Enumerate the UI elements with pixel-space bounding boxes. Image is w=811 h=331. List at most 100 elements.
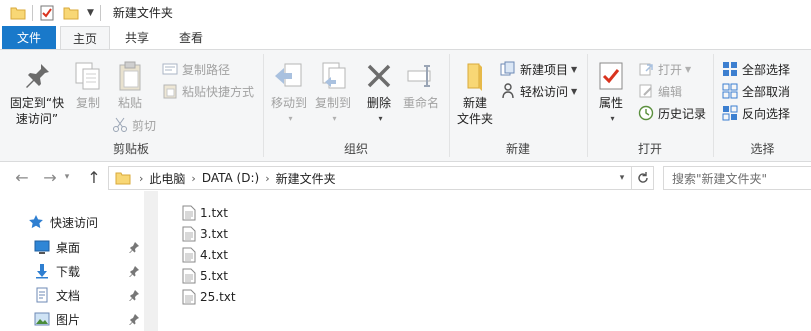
new-folder-icon: [467, 63, 482, 91]
search-placeholder: 搜索"新建文件夹": [672, 171, 768, 186]
nav-item-label: 图片: [56, 312, 81, 327]
tab-home[interactable]: 主页: [60, 26, 110, 51]
delete-button[interactable]: 删除 ▾: [364, 60, 394, 127]
tab-view[interactable]: 查看: [166, 26, 216, 50]
copy-to-button[interactable]: 复制到 ▾: [312, 60, 354, 127]
star-icon: [29, 215, 43, 229]
breadcrumb-folder[interactable]: 新建文件夹: [276, 170, 336, 187]
recent-locations-button[interactable]: ▾: [60, 167, 74, 187]
new-item-dropdown-icon: ▼: [571, 64, 578, 74]
folder-icon: [10, 7, 26, 19]
up-button[interactable]: ↑: [84, 167, 104, 187]
list-item[interactable]: 3.txt: [182, 223, 228, 244]
open-dropdown-icon: ▼: [685, 64, 692, 74]
clipboard-group-label: 剪贴板: [112, 142, 149, 156]
new-folder-label-line2: 文件夹: [456, 112, 493, 126]
pin-icon[interactable]: [128, 265, 140, 277]
cut-button[interactable]: 剪切: [112, 115, 156, 135]
select-none-button[interactable]: 全部取消: [722, 81, 790, 101]
organize-group-label: 组织: [343, 142, 368, 156]
text-file-icon: [182, 247, 196, 262]
move-to-button[interactable]: 移动到 ▾: [268, 60, 310, 127]
navigation-pane-scrollbar[interactable]: [144, 191, 158, 331]
select-all-icon: [723, 62, 737, 76]
nav-item-label: 快速访问: [50, 215, 99, 230]
nav-item-quick-access[interactable]: 快速访问: [28, 211, 98, 233]
quick-access-toolbar: ▼: [0, 0, 107, 25]
invert-selection-label: 反向选择: [742, 106, 791, 121]
chevron-right-icon: ›: [191, 171, 196, 185]
easy-access-button[interactable]: 轻松访问 ▼: [500, 81, 577, 101]
file-name: 1.txt: [200, 205, 228, 220]
history-button[interactable]: 历史记录: [638, 103, 706, 123]
new-item-button[interactable]: 新建项目 ▼: [500, 59, 577, 79]
list-item[interactable]: 25.txt: [182, 286, 236, 307]
paste-button[interactable]: 粘贴: [112, 60, 148, 111]
move-to-label: 移动到: [270, 96, 307, 110]
forward-button[interactable]: →: [40, 167, 60, 187]
edit-button[interactable]: 编辑: [638, 81, 682, 101]
nav-item-documents[interactable]: 文档: [34, 284, 80, 306]
breadcrumb-drive[interactable]: DATA (D:): [202, 171, 259, 185]
open-label: 打开: [658, 62, 683, 77]
history-label: 历史记录: [658, 106, 707, 121]
delete-dropdown-icon: ▾: [378, 114, 383, 123]
open-button[interactable]: 打开 ▼: [638, 59, 691, 79]
refresh-button[interactable]: [631, 167, 653, 189]
back-arrow-icon: ←: [15, 167, 29, 187]
text-file-icon: [182, 226, 196, 241]
edit-label: 编辑: [658, 84, 683, 99]
rename-button[interactable]: 重命名: [400, 60, 442, 111]
navigation-pane: 快速访问 桌面 下载 文档 图片: [0, 191, 158, 331]
copy-path-button[interactable]: 复制路径: [162, 59, 230, 79]
paste-shortcut-button[interactable]: 粘贴快捷方式: [162, 81, 254, 101]
ribbon: 固定到“快 速访问” 复制 粘贴 复制路径 粘贴快捷方式 剪切 剪贴板 移动到 …: [0, 49, 811, 162]
list-item[interactable]: 1.txt: [182, 202, 228, 223]
chevron-down-icon: ▾: [619, 173, 625, 183]
list-item[interactable]: 4.txt: [182, 244, 228, 265]
properties-icon[interactable]: [39, 5, 55, 21]
select-none-icon: [722, 83, 738, 99]
new-item-icon: [500, 61, 515, 76]
tab-file[interactable]: 文件: [2, 26, 56, 50]
pin-icon[interactable]: [128, 241, 140, 253]
tab-share[interactable]: 共享: [114, 26, 160, 50]
copy-path-label: 复制路径: [182, 62, 231, 77]
select-group-label: 选择: [750, 142, 775, 156]
select-all-button[interactable]: 全部选择: [722, 59, 790, 79]
open-icon: [639, 63, 653, 76]
history-icon: [638, 105, 654, 121]
chevron-right-icon: ›: [139, 171, 144, 185]
new-folder-label-line1: 新建: [462, 96, 487, 110]
copy-to-label: 复制到: [314, 96, 351, 110]
pin-icon[interactable]: [128, 313, 140, 325]
back-button[interactable]: ←: [12, 167, 32, 187]
copy-button[interactable]: 复制: [70, 60, 106, 111]
window-title: 新建文件夹: [112, 6, 173, 20]
pin-quick-access-button[interactable]: 固定到“快 速访问”: [6, 60, 68, 127]
paste-shortcut-icon: [163, 84, 177, 99]
new-folder-icon[interactable]: [63, 5, 79, 21]
select-group: 全部选择 全部取消 反向选择 选择: [714, 50, 811, 161]
properties-button[interactable]: 属性 ▾: [594, 60, 628, 127]
search-input[interactable]: 搜索"新建文件夹": [663, 166, 811, 190]
nav-item-downloads[interactable]: 下载: [34, 260, 80, 282]
breadcrumb-this-pc[interactable]: 此电脑: [149, 170, 185, 187]
invert-selection-button[interactable]: 反向选择: [722, 103, 790, 123]
address-bar[interactable]: › 此电脑 › DATA (D:) › 新建文件夹 ▾: [108, 166, 654, 190]
address-history-dropdown[interactable]: ▾: [613, 167, 631, 189]
new-group-label: 新建: [505, 142, 530, 156]
pin-icon[interactable]: [128, 289, 140, 301]
new-item-label: 新建项目: [520, 62, 569, 77]
file-name: 4.txt: [200, 247, 228, 262]
nav-item-pictures[interactable]: 图片: [34, 308, 80, 330]
picture-icon: [34, 312, 50, 326]
delete-label: 删除: [366, 96, 391, 110]
invert-selection-icon: [722, 105, 738, 121]
list-item[interactable]: 5.txt: [182, 265, 228, 286]
open-group-label: 打开: [637, 142, 662, 156]
customize-toolbar-icon[interactable]: ▼: [87, 8, 94, 18]
pin-label-line1: 固定到“快: [9, 96, 65, 110]
nav-item-desktop[interactable]: 桌面: [34, 236, 80, 258]
new-folder-button[interactable]: 新建 文件夹: [454, 60, 496, 127]
